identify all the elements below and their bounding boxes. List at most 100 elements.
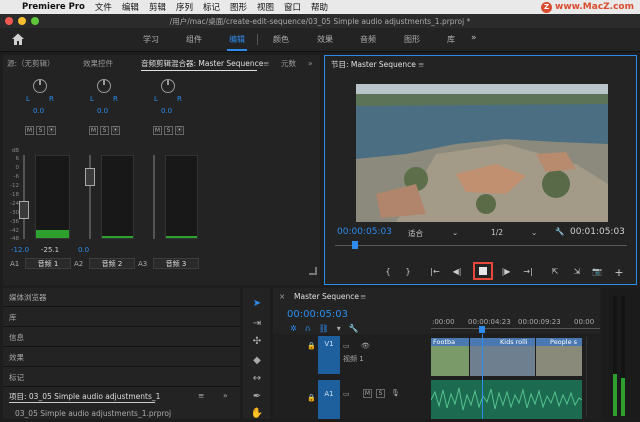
pan-knob[interactable] xyxy=(161,79,175,93)
playhead-scrubber-track[interactable] xyxy=(335,245,627,246)
razor-tool-icon[interactable]: ◆ xyxy=(250,355,264,369)
menu-markers[interactable]: 标记 xyxy=(203,1,220,13)
close-tab-icon[interactable]: × xyxy=(279,288,285,306)
mute-button[interactable]: M xyxy=(153,126,162,135)
solo-button[interactable]: S xyxy=(164,126,173,135)
menu-help[interactable]: 帮助 xyxy=(311,1,328,13)
mark-out-button[interactable]: } xyxy=(402,267,414,276)
record-button[interactable]: ⦿ xyxy=(47,126,56,135)
menu-sequence[interactable]: 序列 xyxy=(176,1,193,13)
button-editor-button[interactable]: + xyxy=(613,266,625,279)
lock-track-icon[interactable]: 🔒 xyxy=(307,342,316,350)
volume-fader[interactable] xyxy=(85,168,95,186)
scroll-corner-icon[interactable] xyxy=(309,267,317,275)
nest-icon[interactable]: ✲ xyxy=(290,324,305,333)
pan-knob[interactable] xyxy=(97,79,111,93)
go-to-out-button[interactable]: →| xyxy=(522,267,534,276)
workspace-graphics[interactable]: 图形 xyxy=(404,34,420,45)
menu-file[interactable]: 文件 xyxy=(95,1,112,13)
export-frame-icon[interactable]: 📷 xyxy=(591,267,603,276)
workspace-editing[interactable]: 编辑 xyxy=(229,34,245,45)
track-select-tool-icon[interactable]: ⇥ xyxy=(250,318,264,332)
libraries-tab[interactable]: 库 xyxy=(9,312,17,323)
go-to-in-button[interactable]: |← xyxy=(429,267,441,276)
pan-value[interactable]: 0.0 xyxy=(161,107,172,115)
hand-tool-icon[interactable]: ✋ xyxy=(250,408,264,422)
effects-tab[interactable]: 效果 xyxy=(9,352,24,363)
project-more-button[interactable]: » xyxy=(223,391,228,400)
timeline-settings-icon[interactable]: 🔧 xyxy=(349,324,367,333)
timeline-sequence-tab[interactable]: Master Sequence xyxy=(294,288,359,306)
timeline-vertical-scrollbar[interactable] xyxy=(586,337,596,417)
step-back-button[interactable]: ◀| xyxy=(451,267,463,276)
program-video-frame[interactable] xyxy=(356,84,608,222)
pan-value[interactable]: 0.0 xyxy=(33,107,44,115)
media-browser-tab[interactable]: 媒体浏览器 xyxy=(9,292,47,303)
info-tab[interactable]: 信息 xyxy=(9,332,24,343)
selection-tool-icon[interactable]: ➤ xyxy=(250,298,264,312)
workspace-color[interactable]: 颜色 xyxy=(273,34,289,45)
slip-tool-icon[interactable]: ↔ xyxy=(250,373,264,387)
tab-effect-controls[interactable]: 效果控件 xyxy=(83,55,113,73)
pen-tool-icon[interactable]: ✒ xyxy=(250,391,264,405)
resolution-dropdown-arrow-icon[interactable]: ⌄ xyxy=(531,228,537,237)
video-clip[interactable]: Kids rolli xyxy=(470,338,535,376)
workspace-more-button[interactable]: » xyxy=(471,33,477,43)
audio-clip[interactable] xyxy=(431,380,582,419)
workspace-audio[interactable]: 音频 xyxy=(360,34,376,45)
mute-button[interactable]: M xyxy=(89,126,98,135)
extract-button[interactable]: ⇲ xyxy=(571,267,583,276)
resolution-dropdown[interactable]: 1/2 xyxy=(491,228,503,237)
fader-value[interactable]: 0.0 xyxy=(78,246,89,254)
video-clip[interactable]: People s xyxy=(536,338,582,376)
solo-button[interactable]: S xyxy=(100,126,109,135)
pan-knob[interactable] xyxy=(33,79,47,93)
menu-window[interactable]: 窗口 xyxy=(284,1,301,13)
step-forward-button[interactable]: |▶ xyxy=(500,267,512,276)
timeline-timecode[interactable]: 00:00:05:03 xyxy=(287,309,348,320)
fit-dropdown-arrow-icon[interactable]: ⌄ xyxy=(452,228,458,237)
workspace-libraries[interactable]: 库 xyxy=(447,34,455,45)
lift-button[interactable]: ⇱ xyxy=(549,267,561,276)
v1-track-target[interactable]: V1 xyxy=(318,336,340,374)
video-clip[interactable]: Footba xyxy=(431,338,469,376)
toggle-output-eye-icon[interactable]: 👁 xyxy=(361,342,370,350)
timeline-playhead-handle[interactable] xyxy=(479,326,485,333)
volume-fader[interactable] xyxy=(19,201,29,219)
fit-dropdown[interactable]: 适合 xyxy=(408,228,423,239)
mute-button[interactable]: M xyxy=(25,126,34,135)
workspace-assembly[interactable]: 组件 xyxy=(186,34,202,45)
a1-solo-button[interactable]: S xyxy=(376,389,385,398)
voiceover-mic-icon[interactable]: 🎙 xyxy=(391,389,400,397)
solo-button[interactable]: S xyxy=(36,126,45,135)
ripple-edit-tool-icon[interactable]: ✣ xyxy=(250,336,264,350)
project-menu-icon[interactable]: ≡ xyxy=(198,391,204,400)
current-timecode[interactable]: 00:00:05:03 xyxy=(337,227,392,237)
panel-menu-icon[interactable]: ≡ xyxy=(263,55,269,73)
program-monitor-menu-icon[interactable]: ≡ xyxy=(418,56,424,74)
add-marker-icon[interactable]: ▾ xyxy=(337,324,349,333)
menu-graphics[interactable]: 图形 xyxy=(230,1,247,13)
tab-source[interactable]: 源:（无剪辑） xyxy=(7,55,55,73)
markers-tab[interactable]: 标记 xyxy=(9,372,24,383)
menu-view[interactable]: 视图 xyxy=(257,1,274,13)
workspace-learn[interactable]: 学习 xyxy=(143,34,159,45)
app-name[interactable]: Premiere Pro xyxy=(22,2,85,12)
panel-more-button[interactable]: » xyxy=(308,55,313,73)
stop-button[interactable] xyxy=(473,262,493,280)
a1-mute-button[interactable]: M xyxy=(363,389,372,398)
wrench-icon[interactable]: 🔧 xyxy=(555,227,564,236)
mark-in-button[interactable]: { xyxy=(382,267,394,276)
sync-lock-icon[interactable]: ▭ xyxy=(343,390,350,398)
pan-value[interactable]: 0.0 xyxy=(97,107,108,115)
timeline-menu-icon[interactable]: ≡ xyxy=(360,288,366,306)
sync-lock-icon[interactable]: ▭ xyxy=(343,342,350,350)
menu-edit[interactable]: 编辑 xyxy=(122,1,139,13)
project-tab[interactable]: 项目: 03_05 Simple audio adjustments_1 xyxy=(9,391,160,402)
fader-value[interactable]: -12.0 xyxy=(11,246,29,254)
lock-track-icon[interactable]: 🔒 xyxy=(307,394,316,402)
a1-track-target[interactable]: A1 xyxy=(318,380,340,419)
program-monitor-title[interactable]: 节目: Master Sequence xyxy=(331,56,416,74)
workspace-effects[interactable]: 效果 xyxy=(317,34,333,45)
menu-clip[interactable]: 剪辑 xyxy=(149,1,166,13)
